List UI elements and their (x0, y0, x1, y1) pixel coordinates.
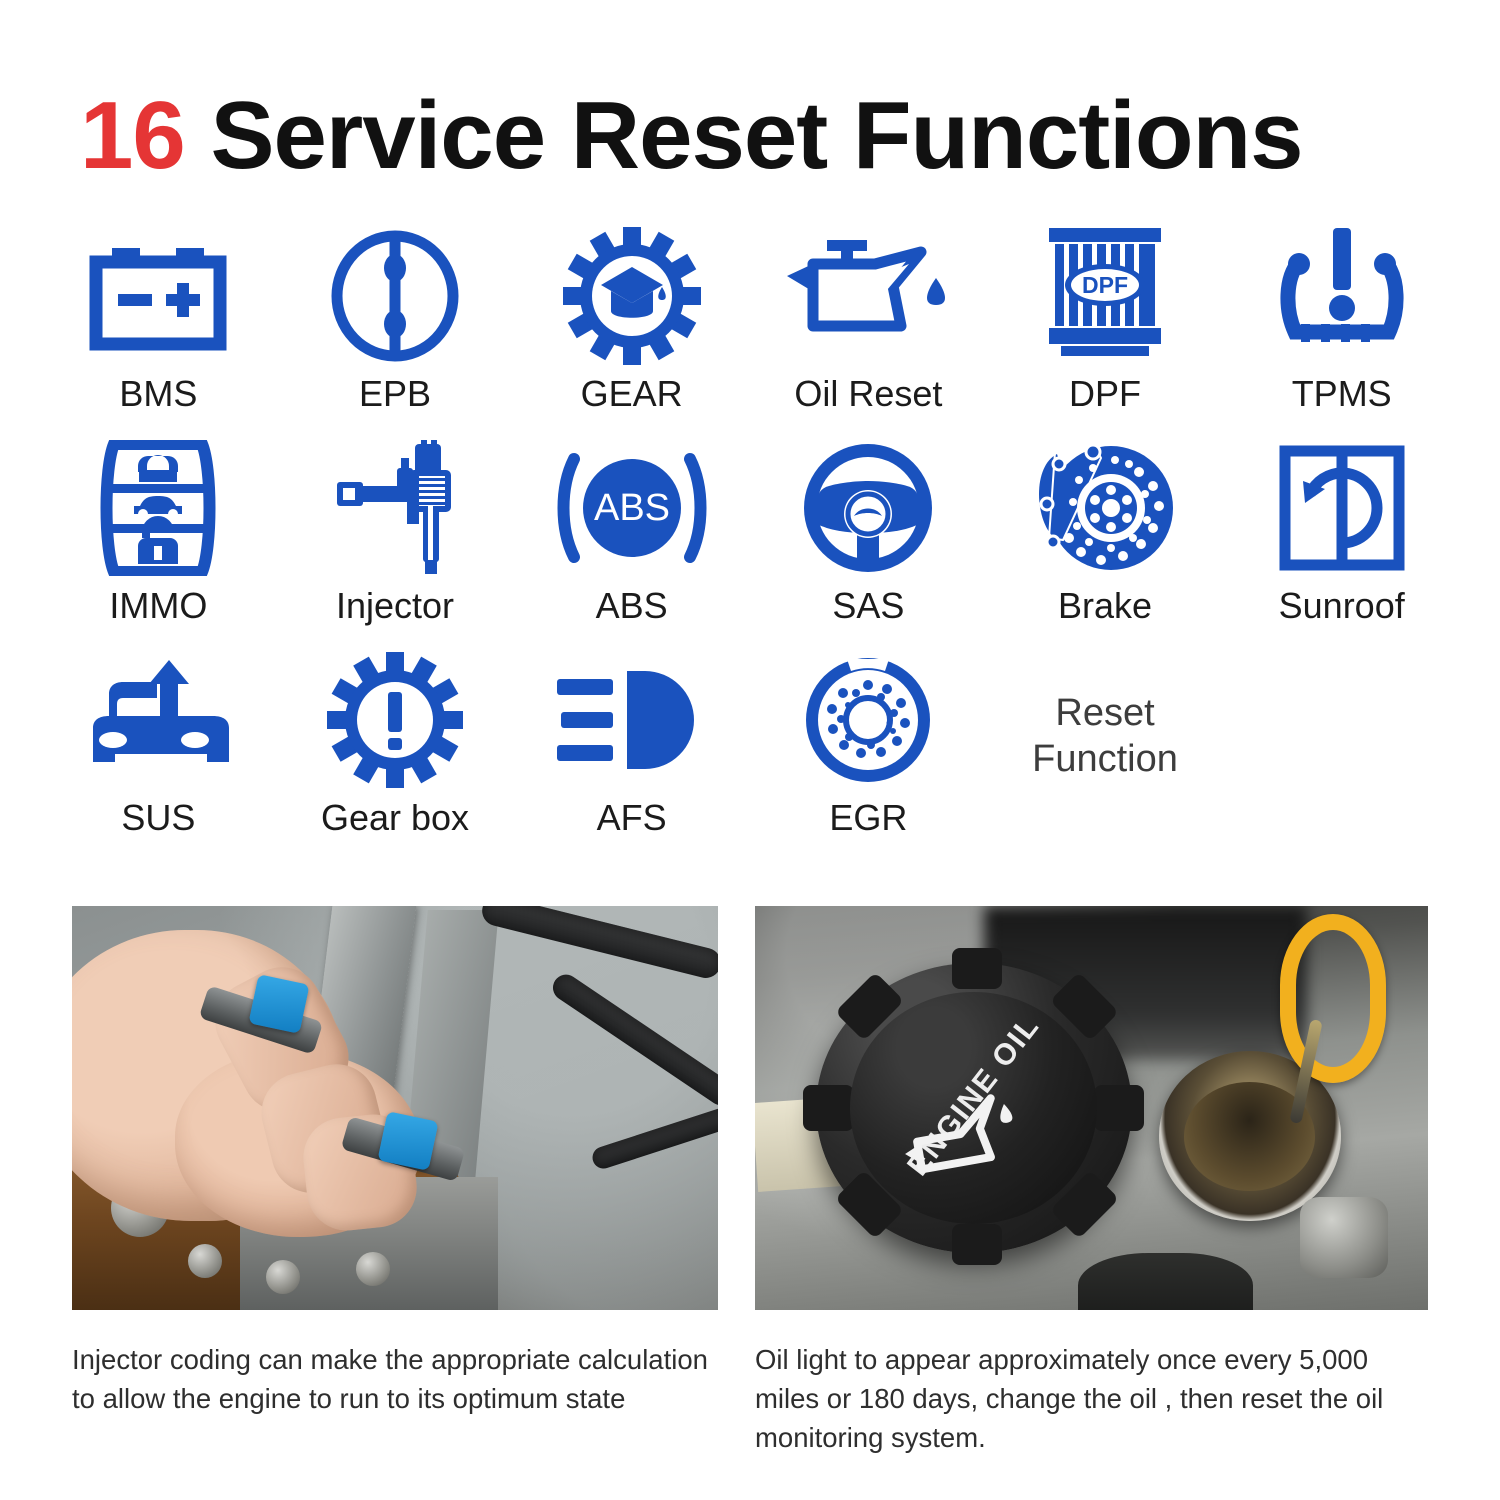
function-item-gear-box[interactable]: Gear box (277, 646, 514, 858)
function-item-tpms[interactable]: TPMS (1223, 222, 1460, 434)
function-item-sas[interactable]: SAS (750, 434, 987, 646)
function-item-gear[interactable]: GEAR (513, 222, 750, 434)
photo-section: Injector coding can make the appropriate… (72, 906, 1428, 1457)
function-label: Gear box (320, 797, 470, 838)
function-label: GEAR (580, 373, 683, 414)
reset-function-text: Reset Function (1032, 692, 1178, 781)
abs-badge-text: ABS (594, 487, 670, 529)
function-label: Injector (335, 585, 455, 626)
function-item-injector[interactable]: Injector (277, 434, 514, 646)
service-function-grid: BMS EPB GEAR Oil Reset DPF DPF TPMS IMMO… (40, 222, 1460, 858)
suspension-car-icon (83, 646, 233, 794)
gear-learning-icon (562, 222, 701, 370)
function-label: EGR (829, 797, 908, 838)
key-fob-lock-icon (96, 434, 220, 582)
reset-function-caption: Reset Function (987, 646, 1224, 858)
function-row: BMS EPB GEAR Oil Reset DPF DPF TPMS (40, 222, 1460, 434)
function-item-abs[interactable]: ABS ABS (513, 434, 750, 646)
oil-cap: ENGINE OIL (802, 948, 1145, 1266)
function-label: BMS (119, 373, 198, 414)
steering-wheel-icon (802, 434, 934, 582)
function-item-sunroof[interactable]: Sunroof (1223, 434, 1460, 646)
headlight-icon (556, 646, 707, 794)
empty-cell (1223, 646, 1460, 858)
function-label: Brake (1058, 585, 1153, 626)
photo-caption: Oil light to appear approximately once e… (755, 1344, 1384, 1454)
abs-icon: ABS (554, 434, 710, 582)
page-title: 16 Service Reset Functions (80, 85, 1420, 187)
function-item-sus[interactable]: SUS (40, 646, 277, 858)
function-item-afs[interactable]: AFS (513, 646, 750, 858)
function-label: EPB (358, 373, 432, 414)
function-item-egr[interactable]: EGR (750, 646, 987, 858)
function-item-oil-reset[interactable]: Oil Reset (750, 222, 987, 434)
tire-pressure-icon (1277, 222, 1407, 370)
function-label: IMMO (109, 585, 208, 626)
page-title-text: Service Reset Functions (184, 82, 1303, 189)
function-item-dpf[interactable]: DPF DPF (987, 222, 1224, 434)
function-count: 16 (80, 82, 186, 189)
function-label: SAS (832, 585, 905, 626)
photo-column-injector: Injector coding can make the appropriate… (72, 906, 718, 1457)
function-label: TPMS (1291, 373, 1392, 414)
photo-column-oil: ENGINE OIL Oil light to appear approxima… (755, 906, 1428, 1457)
function-label: ABS (595, 585, 668, 626)
function-label: Sunroof (1278, 585, 1405, 626)
injector-coding-photo (72, 906, 718, 1310)
electronic-parking-brake-icon (330, 222, 460, 370)
sunroof-icon (1279, 434, 1405, 582)
gearbox-warning-icon (327, 646, 463, 794)
dpf-filter-icon: DPF (1045, 222, 1165, 370)
function-label: SUS (121, 797, 196, 838)
brake-disc-caliper-icon (1035, 434, 1175, 582)
function-item-brake[interactable]: Brake (987, 434, 1224, 646)
dpf-badge-text: DPF (1082, 272, 1128, 298)
engine-oil-cap-photo: ENGINE OIL (755, 906, 1428, 1310)
function-row: SUS Gear box AFS EGR Reset Function (40, 646, 1460, 858)
function-row: IMMO Injector ABS ABS SAS Brake Sunroof (40, 434, 1460, 646)
function-label: DPF (1069, 373, 1142, 414)
photo-caption: Injector coding can make the appropriate… (72, 1344, 708, 1415)
function-item-bms[interactable]: BMS (40, 222, 277, 434)
function-label: Oil Reset (794, 373, 943, 414)
function-item-epb[interactable]: EPB (277, 222, 514, 434)
battery-icon (88, 222, 228, 370)
fuel-injector-icon (329, 434, 461, 582)
oil-can-icon (783, 222, 953, 370)
function-item-immo[interactable]: IMMO (40, 434, 277, 646)
function-label: AFS (596, 797, 667, 838)
egr-valve-icon (801, 646, 935, 794)
